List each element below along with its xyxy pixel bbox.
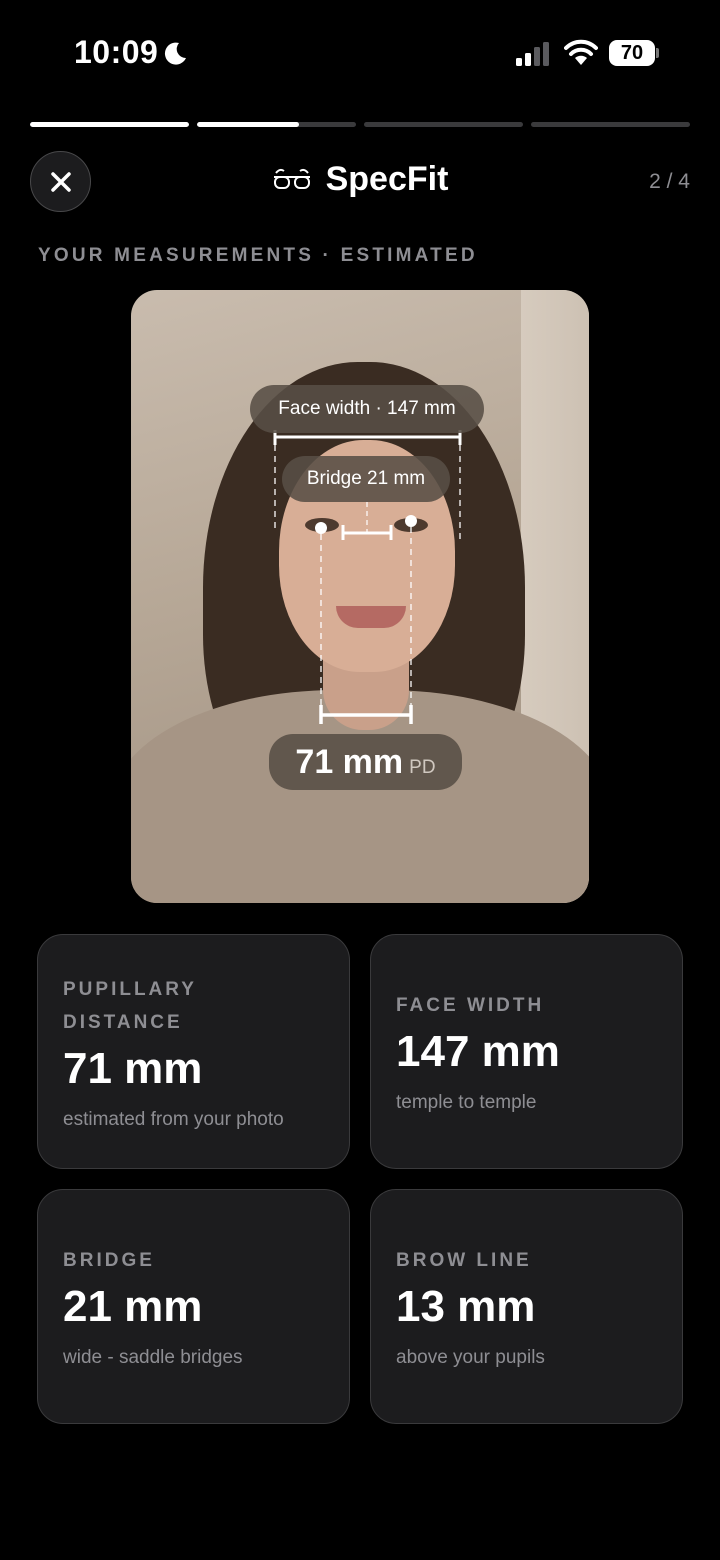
section-label: YOUR MEASUREMENTS · ESTIMATED — [38, 245, 478, 266]
face-width-tag: Face width · 147 mm — [250, 385, 484, 433]
progress-segment — [197, 122, 356, 127]
status-time: 10:09 — [74, 34, 159, 70]
card-label: BRIDGE — [63, 1250, 155, 1271]
pd-tag-value: 71 mm — [295, 743, 404, 781]
card-label: FACE WIDTH — [396, 995, 545, 1016]
progress-segment — [531, 122, 690, 127]
card-value: 13 mm — [396, 1282, 536, 1331]
pd-tag: 71 mm PD — [269, 734, 462, 790]
face-photo: Face width · 147 mm Bridge 21 mm 71 mm PD — [131, 290, 589, 903]
progress-segment — [30, 122, 189, 127]
battery-icon: 70 — [609, 40, 659, 66]
bridge-card: BRIDGE 21 mm wide - saddle bridges — [37, 1189, 350, 1424]
wifi-icon — [564, 39, 598, 65]
pd-tag-unit: PD — [409, 757, 436, 778]
step-indicator: 2 / 4 — [649, 170, 690, 193]
app-brand: SpecFit — [0, 160, 720, 199]
card-value: 21 mm — [63, 1282, 203, 1331]
card-subtitle: wide - saddle bridges — [63, 1347, 243, 1368]
moon-icon — [164, 42, 186, 65]
glasses-icon — [273, 168, 310, 189]
progress-segment — [364, 122, 523, 127]
progress-bar — [30, 122, 690, 128]
card-subtitle: above your pupils — [396, 1347, 545, 1368]
card-subtitle: temple to temple — [396, 1092, 537, 1113]
battery-level: 70 — [609, 40, 655, 66]
face-width-card: FACE WIDTH 147 mm temple to temple — [370, 934, 683, 1169]
card-label: PUPILLARY DISTANCE — [63, 978, 197, 1033]
signal-icon — [516, 42, 549, 66]
card-label: BROW LINE — [396, 1250, 532, 1271]
pupillary-distance-card: PUPILLARY DISTANCE 71 mm estimated from … — [37, 934, 350, 1169]
brand-name: SpecFit — [325, 160, 449, 198]
card-subtitle: estimated from your photo — [63, 1108, 284, 1130]
bridge-tag: Bridge 21 mm — [282, 456, 450, 502]
card-value: 71 mm — [63, 1043, 203, 1093]
card-value: 147 mm — [396, 1027, 560, 1076]
brow-line-card: BROW LINE 13 mm above your pupils — [370, 1189, 683, 1424]
measurement-overlay — [273, 430, 462, 724]
